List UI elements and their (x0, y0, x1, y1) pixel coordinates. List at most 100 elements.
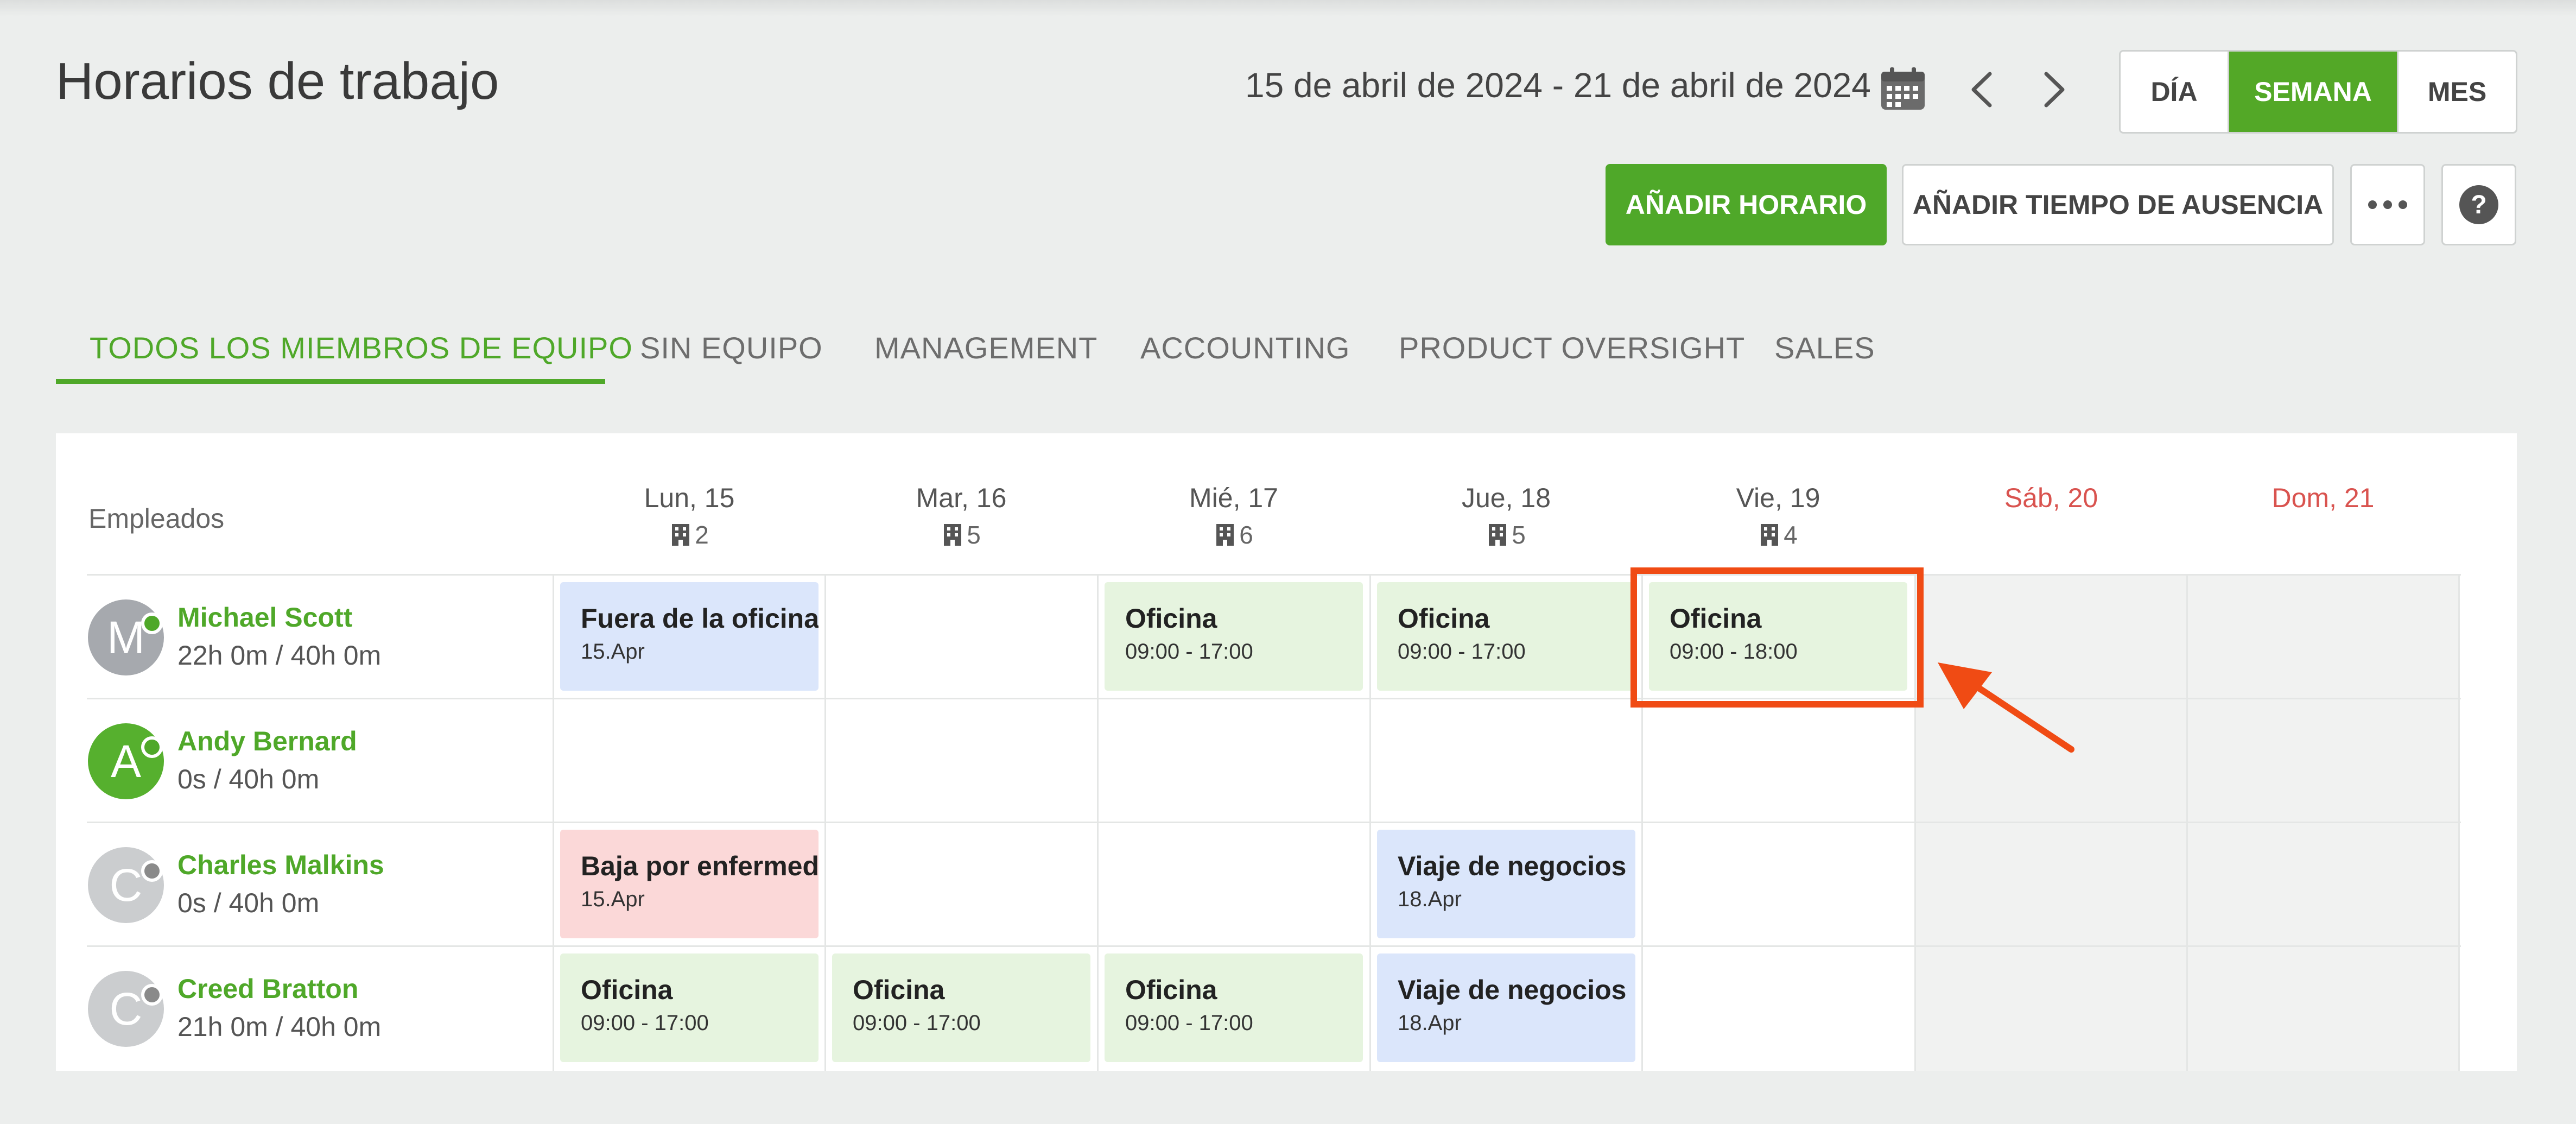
employee-hours: 22h 0m / 40h 0m (177, 640, 382, 671)
row-divider (87, 822, 2461, 823)
shift-card[interactable]: Fuera de la oficina 15.Apr (560, 582, 819, 691)
status-dot (141, 984, 163, 1006)
shift-title: Oficina (1125, 603, 1217, 634)
shift-title: Viaje de negocios (1398, 851, 1627, 881)
shift-time: 09:00 - 17:00 (853, 1011, 981, 1035)
view-month-button[interactable]: MES (2399, 52, 2516, 132)
more-options-button[interactable] (2350, 164, 2425, 245)
day-label: Sáb, 20 (2004, 483, 2098, 513)
employee-hours: 0s / 40h 0m (177, 764, 320, 794)
day-label: Jue, 18 (1461, 483, 1551, 513)
chevron-left-icon[interactable] (1966, 71, 1998, 109)
shift-time: 09:00 - 17:00 (1125, 640, 1253, 664)
shift-time: 18.Apr (1398, 887, 1462, 911)
shift-time: 09:00 - 17:00 (581, 1011, 709, 1035)
highlight-annotation (1630, 567, 1924, 708)
row-divider (87, 574, 2461, 576)
shift-time: 09:00 - 17:00 (1125, 1011, 1253, 1035)
day-header: Vie, 19 4 (1642, 482, 1914, 550)
row-divider (87, 698, 2461, 699)
shift-time: 09:00 - 17:00 (1398, 640, 1526, 664)
calendar-icon[interactable] (1879, 66, 1927, 112)
day-shift-count: 6 (1098, 520, 1369, 550)
day-header: Lun, 15 2 (554, 482, 825, 550)
help-button[interactable]: ? (2441, 164, 2516, 245)
avatar[interactable]: M (88, 599, 164, 675)
column-divider (553, 576, 554, 1071)
shift-title: Oficina (581, 975, 673, 1005)
add-time-off-button[interactable]: AÑADIR TIEMPO DE AUSENCIA (1902, 164, 2334, 245)
day-shift-count: 4 (1642, 520, 1914, 550)
employee-name-link[interactable]: Creed Bratton (177, 973, 358, 1005)
shift-title: Oficina (1398, 603, 1490, 634)
day-shift-count: 5 (826, 520, 1097, 550)
day-header: Sáb, 20 (1915, 482, 2187, 514)
day-header: Mar, 16 5 (826, 482, 1097, 550)
add-schedule-button[interactable]: AÑADIR HORARIO (1606, 164, 1887, 245)
building-icon (1489, 524, 1507, 546)
shift-card[interactable]: Viaje de negocios 18.Apr (1377, 953, 1635, 1062)
building-icon (672, 524, 690, 546)
shift-title: Viaje de negocios (1398, 975, 1627, 1005)
date-range: 15 de abril de 2024 - 21 de abril de 202… (1245, 66, 1871, 105)
shift-time: 18.Apr (1398, 1011, 1462, 1035)
more-icon (2368, 200, 2407, 209)
column-divider (1369, 576, 1371, 1071)
shift-card[interactable]: Oficina 09:00 - 17:00 (560, 953, 819, 1062)
column-divider (824, 576, 826, 1071)
day-label: Mié, 17 (1189, 483, 1278, 513)
column-divider (2186, 576, 2188, 1071)
day-header: Dom, 21 (2187, 482, 2459, 514)
tab-management[interactable]: MANAGEMENT (874, 310, 1097, 386)
employee-hours: 21h 0m / 40h 0m (177, 1012, 382, 1042)
shift-card[interactable]: Oficina 09:00 - 17:00 (1105, 953, 1363, 1062)
arrow-annotation-icon (1938, 662, 2074, 753)
tab-no-team[interactable]: SIN EQUIPO (640, 310, 823, 386)
status-dot (141, 860, 163, 882)
view-toggle: DÍA SEMANA MES (2119, 50, 2517, 134)
day-label: Dom, 21 (2272, 483, 2375, 513)
shift-title: Oficina (1125, 975, 1217, 1005)
shift-card[interactable]: Viaje de negocios 18.Apr (1377, 830, 1635, 938)
tab-sales[interactable]: SALES (1774, 310, 1875, 386)
view-week-button[interactable]: SEMANA (2229, 52, 2399, 132)
help-icon: ? (2459, 185, 2498, 224)
shift-card[interactable]: Baja por enfermedad 15.Apr (560, 830, 819, 938)
shift-count-value: 5 (967, 521, 981, 549)
building-icon (944, 524, 962, 546)
shift-count-value: 6 (1239, 521, 1253, 549)
day-shift-count: 2 (554, 520, 825, 550)
shift-card[interactable]: Oficina 09:00 - 17:00 (1377, 582, 1635, 691)
employee-name-link[interactable]: Charles Malkins (177, 849, 384, 881)
shift-card[interactable]: Oficina 09:00 - 17:00 (832, 953, 1090, 1062)
day-header: Jue, 18 5 (1371, 482, 1642, 550)
tab-accounting[interactable]: ACCOUNTING (1140, 310, 1350, 386)
employee-name-link[interactable]: Michael Scott (177, 602, 352, 633)
building-icon (1216, 524, 1234, 546)
active-tab-indicator (56, 379, 605, 384)
column-divider (2458, 576, 2460, 1071)
building-icon (1761, 524, 1779, 546)
shift-time: 15.Apr (581, 640, 645, 664)
avatar[interactable]: A (88, 723, 164, 799)
chevron-right-icon[interactable] (2038, 71, 2070, 109)
shift-title: Fuera de la oficina (581, 603, 819, 634)
column-divider (1097, 576, 1099, 1071)
tab-product-oversight[interactable]: PRODUCT OVERSIGHT (1399, 310, 1745, 386)
shift-card[interactable]: Oficina 09:00 - 17:00 (1105, 582, 1363, 691)
tab-all-members[interactable]: TODOS LOS MIEMBROS DE EQUIPO (90, 310, 633, 386)
shift-count-value: 2 (695, 521, 709, 549)
avatar[interactable]: C (88, 971, 164, 1047)
status-dot (141, 736, 163, 758)
top-shadow (0, 0, 2576, 16)
day-shift-count: 5 (1371, 520, 1642, 550)
shift-time: 15.Apr (581, 887, 645, 911)
view-day-button[interactable]: DÍA (2121, 52, 2229, 132)
employee-name-link[interactable]: Andy Bernard (177, 725, 357, 757)
day-label: Lun, 15 (644, 483, 735, 513)
employees-header: Empleados (88, 503, 225, 534)
row-divider (87, 945, 2461, 947)
employee-hours: 0s / 40h 0m (177, 888, 320, 918)
shift-count-value: 5 (1512, 521, 1526, 549)
avatar[interactable]: C (88, 847, 164, 923)
